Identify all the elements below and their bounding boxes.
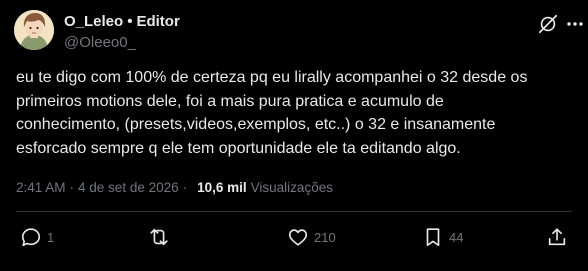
avatar-image [14, 10, 54, 50]
divider [16, 211, 572, 212]
author-display-name[interactable]: O_Leleo [64, 13, 123, 30]
grok-button[interactable] [537, 13, 559, 35]
post-date[interactable]: 4 de set de 2026 [78, 180, 179, 195]
post-meta: 2:41 AM · 4 de set de 2026 · 10,6 mil Vi… [16, 180, 333, 195]
name-separator-dot: • [127, 13, 133, 30]
repost-icon [150, 228, 168, 246]
more-options-button[interactable] [566, 13, 584, 35]
share-button[interactable] [546, 226, 568, 248]
meta-separator-2: · [182, 180, 188, 195]
bookmark-icon [426, 228, 440, 247]
bookmark-count: 44 [449, 229, 464, 245]
reply-count: 1 [47, 229, 55, 245]
post-text: eu te digo com 100% de certeza pq eu lir… [16, 69, 528, 157]
repost-button[interactable] [148, 226, 175, 248]
like-icon [288, 229, 308, 246]
more-icon [567, 22, 583, 26]
bookmark-button[interactable]: 44 [422, 226, 463, 248]
author-handle[interactable]: @Oleeo0_ [64, 34, 136, 51]
author-role-badge: Editor [136, 13, 180, 30]
views-label: Visualizações [250, 180, 333, 195]
action-bar: 1 210 44 [0, 226, 588, 254]
meta-separator: · [69, 180, 75, 195]
avatar[interactable] [14, 10, 54, 50]
author-name-row: O_Leleo • Editor [64, 13, 180, 30]
grok-icon [538, 14, 558, 34]
like-button[interactable]: 210 [287, 226, 336, 248]
views-count[interactable]: 10,6 mil [197, 180, 247, 195]
post-time[interactable]: 2:41 AM [16, 180, 66, 195]
reply-icon [21, 228, 41, 247]
like-count: 210 [314, 229, 336, 245]
post: O_Leleo • Editor @Oleeo0_ eu te digo com… [0, 0, 588, 271]
share-icon [548, 228, 566, 246]
reply-button[interactable]: 1 [20, 226, 54, 248]
